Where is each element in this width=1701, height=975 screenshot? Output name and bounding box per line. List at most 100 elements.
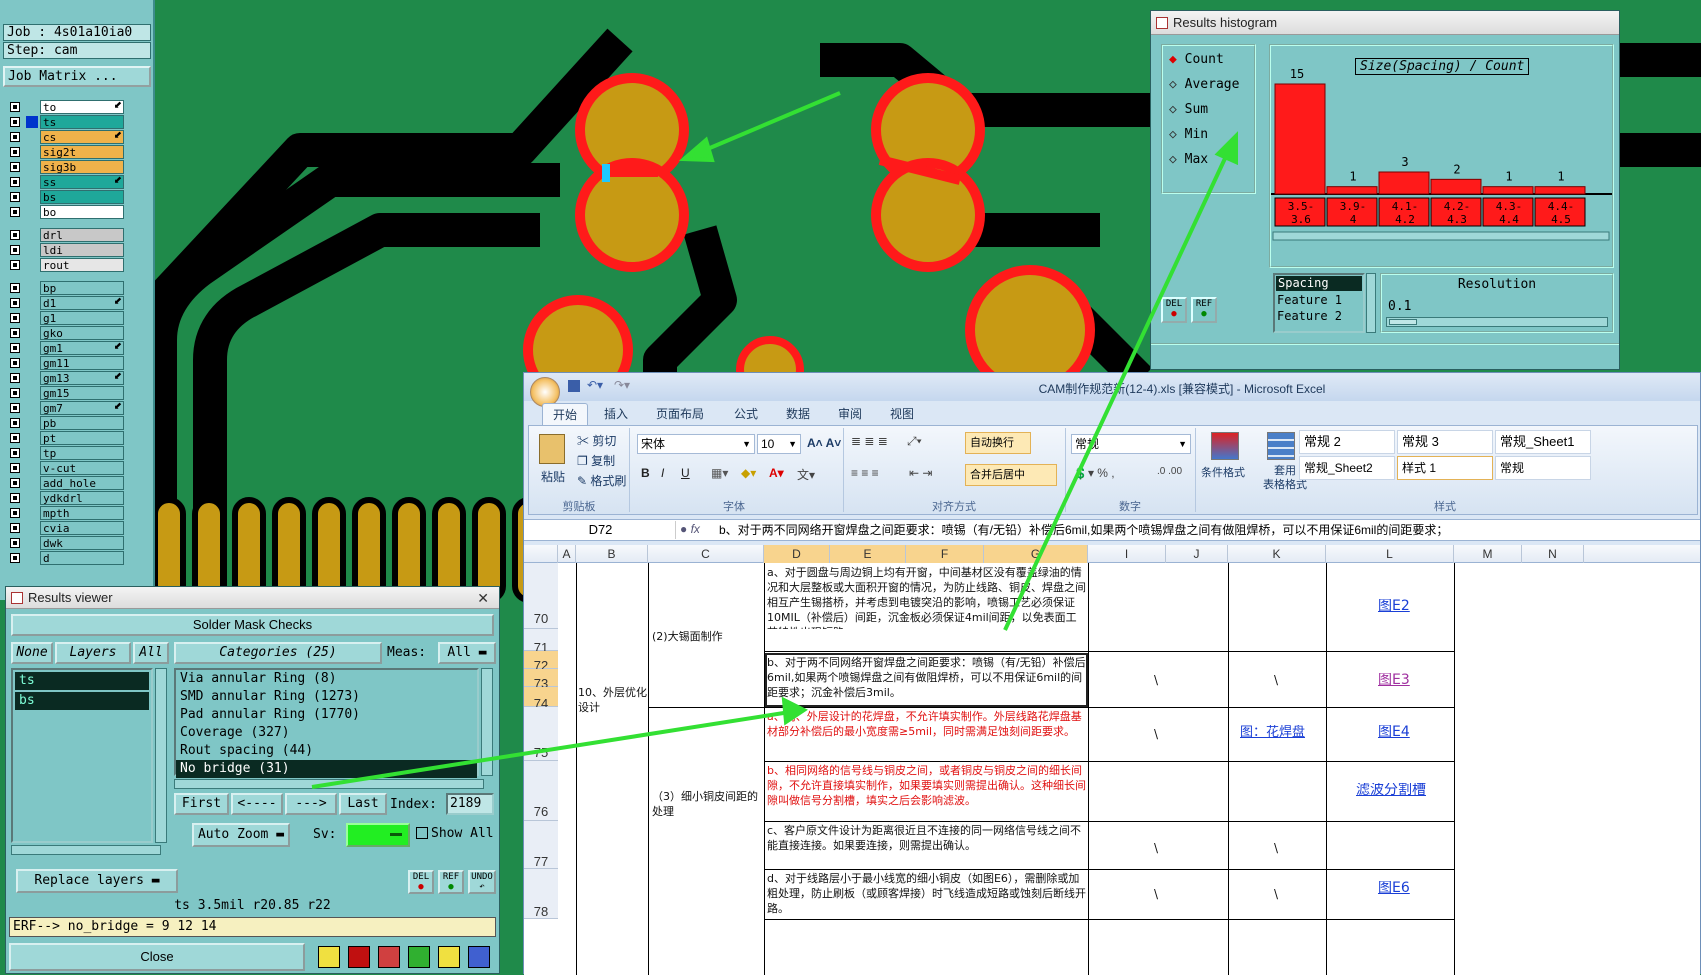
tab-4[interactable]: 公式 <box>724 403 768 425</box>
layer-row-gm7[interactable]: gm7 ⬋ <box>8 401 124 415</box>
cell-style-item[interactable]: 常规 <box>1495 456 1591 480</box>
row-header[interactable]: 76 <box>524 761 558 821</box>
tool-icon[interactable] <box>348 946 370 968</box>
cut-button[interactable]: ✂ 剪切 <box>577 432 616 449</box>
layer-checkbox[interactable] <box>10 508 20 518</box>
tab-7[interactable]: 视图 <box>880 403 924 425</box>
layer-row-to[interactable]: to ⬋ <box>8 100 124 114</box>
column-header[interactable]: E <box>830 545 906 563</box>
italic-icon[interactable]: I <box>661 466 664 480</box>
layer-checkbox[interactable] <box>10 328 20 338</box>
layer-checkbox[interactable] <box>10 388 20 398</box>
slider-thumb[interactable] <box>1389 319 1417 325</box>
layer-row-bo[interactable]: bo <box>8 205 124 219</box>
layer-checkbox[interactable] <box>10 523 20 533</box>
cell-style-item[interactable]: 常规 2 <box>1299 430 1395 454</box>
layer-row-ldi[interactable]: ldi <box>8 243 124 257</box>
align-top-icon[interactable]: ≣ ≣ ≣ <box>851 434 888 448</box>
column-header[interactable]: F <box>906 545 984 563</box>
field-feature-2[interactable]: Feature 2 <box>1275 308 1363 324</box>
layer-checkbox[interactable] <box>10 283 20 293</box>
layer-checkbox[interactable] <box>10 418 20 428</box>
grow-font-icon[interactable]: A˄ A˅ <box>807 436 841 450</box>
layer-checkbox[interactable] <box>10 493 20 503</box>
layer-checkbox[interactable] <box>10 192 20 202</box>
row-header[interactable]: 72 <box>524 651 558 673</box>
conditional-format-icon[interactable] <box>1211 432 1239 460</box>
column-header[interactable]: K <box>1228 545 1326 563</box>
layer-checkbox[interactable] <box>10 162 20 172</box>
mode-sum[interactable]: ◇ Sum <box>1169 102 1208 117</box>
name-box[interactable]: D72 <box>526 521 676 539</box>
column-header[interactable]: C <box>648 545 764 563</box>
format-painter-button[interactable]: ✎ 格式刷 <box>577 472 626 489</box>
layer-row-pt[interactable]: pt <box>8 431 124 445</box>
histogram-titlebar[interactable]: Results histogram <box>1151 11 1619 35</box>
category-item[interactable]: No bridge (31) <box>176 760 477 778</box>
layer-checkbox[interactable] <box>10 463 20 473</box>
field-feature-1[interactable]: Feature 1 <box>1275 292 1363 308</box>
histogram-bar[interactable] <box>1378 171 1430 195</box>
histogram-bar[interactable] <box>1326 186 1378 195</box>
job-matrix-button[interactable]: Job Matrix ... <box>3 66 151 87</box>
formula-input[interactable]: b、对于两不同网络开窗焊盘之间距要求：喷锡（有/无铅）补偿后6mil,如果两个喷… <box>719 521 1699 539</box>
all-button[interactable]: All <box>133 642 169 664</box>
meas-dropdown[interactable]: All ▬ <box>438 642 496 664</box>
layer-row-gko[interactable]: gko <box>8 326 124 340</box>
layer-row-ydkdrl[interactable]: ydkdrl <box>8 491 124 505</box>
tab-6[interactable]: 审阅 <box>828 403 872 425</box>
layer-row-sig2t[interactable]: sig2t <box>8 145 124 159</box>
layer-checkbox[interactable] <box>10 147 20 157</box>
layer-row-mpth[interactable]: mpth <box>8 506 124 520</box>
layer-row-gm1[interactable]: gm1 ⬋ <box>8 341 124 355</box>
layer-checkbox[interactable] <box>10 102 20 112</box>
layer-list-hscroll[interactable] <box>11 845 161 855</box>
font-size-select[interactable]: 10 ▼ <box>757 434 801 454</box>
layer-result-list[interactable]: ts bs <box>11 668 153 843</box>
layer-row-cvia[interactable]: cvia <box>8 521 124 535</box>
column-header[interactable]: I <box>1088 545 1166 563</box>
layer-checkbox[interactable] <box>10 373 20 383</box>
border-icon[interactable]: ▦▾ <box>711 466 728 480</box>
layer-checkbox[interactable] <box>10 230 20 240</box>
category-hscroll[interactable] <box>174 779 484 789</box>
field-spacing[interactable]: Spacing <box>1276 276 1362 291</box>
close-button[interactable]: Close <box>9 943 305 971</box>
index-field[interactable]: 2189 <box>446 793 494 815</box>
column-header[interactable]: A <box>558 545 576 563</box>
layer-row-drl[interactable]: drl <box>8 228 124 242</box>
none-button[interactable]: None <box>11 642 53 664</box>
spreadsheet-grid[interactable]: ABCDEFGIJKLMN 70 71 72 73 74 75 76 77 78 10、外层优化设… <box>524 545 1700 975</box>
link-figure[interactable]: 图E2 <box>1378 599 1478 619</box>
first-button[interactable]: First <box>174 793 229 815</box>
phonetic-icon[interactable]: 文▾ <box>797 466 815 483</box>
replace-layers-button[interactable]: Replace layers ▬ <box>16 869 178 893</box>
close-icon[interactable]: ✕ <box>477 587 489 609</box>
layer-checkbox[interactable] <box>10 117 20 127</box>
layer-row-tp[interactable]: tp <box>8 446 124 460</box>
layer-row-dwk[interactable]: dwk <box>8 536 124 550</box>
number-format-select[interactable]: 常规 ▼ <box>1071 434 1191 454</box>
tab-3[interactable]: 页面布局 <box>646 403 714 425</box>
decimal-icon[interactable]: .0 .00 <box>1157 466 1182 477</box>
layer-row-cs[interactable]: cs ⬋ <box>8 130 124 144</box>
cell-d-text[interactable]: b、相同网络的信号线与铜皮之间，或者铜皮与铜皮之间的细长间隙，不允许直接填实制作… <box>767 763 1087 821</box>
result-layer-ts[interactable]: ts <box>15 672 149 690</box>
underline-icon[interactable]: U <box>681 466 690 480</box>
column-header[interactable]: G <box>984 545 1088 563</box>
histogram-bar[interactable] <box>1482 186 1534 195</box>
mode-count[interactable]: ◆ Count <box>1169 52 1224 67</box>
layer-row-d[interactable]: d <box>8 551 124 565</box>
layer-checkbox[interactable] <box>10 433 20 443</box>
category-item[interactable]: SMD annular Ring (1273) <box>176 688 477 706</box>
layer-list-scrollbar[interactable] <box>155 668 167 843</box>
column-header[interactable]: L <box>1326 545 1454 563</box>
layer-checkbox[interactable] <box>10 177 20 187</box>
tool-icon[interactable] <box>378 946 400 968</box>
category-item[interactable]: Pad annular Ring (1770) <box>176 706 477 724</box>
cell-style-item[interactable]: 常规_Sheet1 <box>1495 430 1591 454</box>
copy-button[interactable]: ❐ 复制 <box>577 452 615 469</box>
column-header[interactable]: M <box>1454 545 1522 563</box>
prev-button[interactable]: <---- <box>231 793 283 815</box>
undo-button[interactable]: UNDO ↶ <box>468 870 496 894</box>
